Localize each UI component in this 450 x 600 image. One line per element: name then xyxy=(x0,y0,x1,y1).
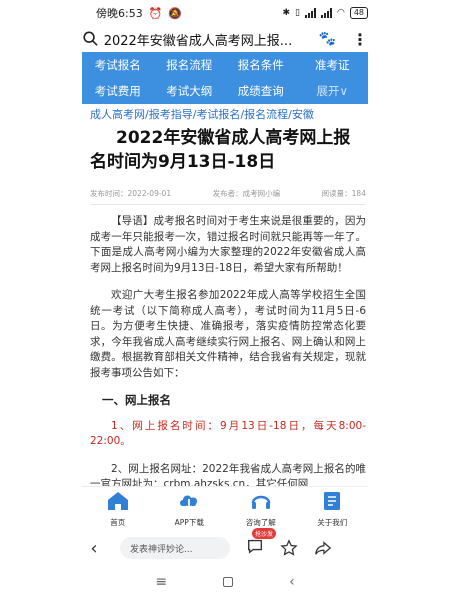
menu-icon[interactable]: ≡ xyxy=(155,574,167,590)
search-icon[interactable] xyxy=(82,30,100,48)
nav-item-admission-ticket[interactable]: 准考证 xyxy=(297,52,369,78)
status-bar: 傍晚6:53 ⏰ 🔕 ✱ ▯ ◠ 48 xyxy=(0,0,450,26)
tab-label: 关于我们 xyxy=(317,518,348,527)
article-body: 【导语】成考报名时间对于考生来说是很重要的，因为成考一年只能报考一次，错过报名时… xyxy=(90,214,366,505)
back-icon[interactable]: ‹ xyxy=(289,574,295,590)
tab-app-download[interactable]: APP下载 xyxy=(159,489,219,528)
browser-bottom-bar: ‹ 发表神评妙论... 抢沙发 xyxy=(82,528,368,562)
nav-item-exam-fees[interactable]: 考试费用 xyxy=(82,78,154,104)
home-icon xyxy=(107,492,128,510)
address-text[interactable]: 2022年安徽省成人高考网上报... xyxy=(104,30,309,49)
breadcrumb-link[interactable]: 考试报名 xyxy=(196,108,240,121)
article-intro: 【导语】成考报名时间对于考生来说是很重要的，因为成考一年只能报考一次，错过报名时… xyxy=(90,215,366,274)
signal-icon xyxy=(304,8,316,18)
star-icon[interactable] xyxy=(280,539,298,557)
download-cloud-icon xyxy=(180,495,198,511)
breadcrumb-link[interactable]: 报名流程 xyxy=(244,108,288,121)
nav-item-registration-process[interactable]: 报名流程 xyxy=(154,52,226,78)
breadcrumb-link[interactable]: 报考指导 xyxy=(149,108,193,121)
browser-address-bar[interactable]: 2022年安徽省成人高考网上报... 🐾 ⋮ xyxy=(82,26,368,52)
publish-time: 发布时间：2022-09-01 xyxy=(90,189,172,198)
article-title: 2022年安徽省成人高考网上报名时间为9月13日-18日 xyxy=(90,128,351,172)
tab-label: APP下载 xyxy=(174,518,204,527)
consult-headset-icon xyxy=(251,495,270,509)
comment-icon xyxy=(248,539,262,554)
vibrate-icon: ▯ xyxy=(295,8,300,18)
divider xyxy=(90,204,366,205)
wifi-icon: ◠ xyxy=(336,8,345,18)
article-meta: 发布时间：2022-09-01 发布者：成考网小编 阅读量：184 xyxy=(90,188,366,199)
battery-indicator: 48 xyxy=(349,7,368,19)
tab-label: 首页 xyxy=(110,518,126,527)
android-nav-bar: ≡ ‹ xyxy=(0,568,450,596)
breadcrumb-link[interactable]: 安徽 xyxy=(292,108,314,121)
tab-label: 咨询了解 xyxy=(245,518,276,527)
bluetooth-icon: ✱ xyxy=(282,8,290,18)
tab-home[interactable]: 首页 xyxy=(88,489,148,528)
article-paragraph: 欢迎广大考生报名参加2022年成人高等学校招生全国统一考试（以下简称成人高考），… xyxy=(90,289,366,379)
comment-badge: 抢沙发 xyxy=(252,528,277,539)
read-count: 阅读量：184 xyxy=(321,189,366,198)
breadcrumb: 成人高考网/报考指导/考试报名/报名流程/安徽 xyxy=(90,108,314,121)
share-icon[interactable] xyxy=(314,539,332,557)
nav-item-exam-syllabus[interactable]: 考试大纲 xyxy=(154,78,226,104)
paw-icon[interactable]: 🐾 xyxy=(319,31,336,47)
nav-item-score-query[interactable]: 成绩查询 xyxy=(225,78,297,104)
back-arrow-icon[interactable]: ‹ xyxy=(82,538,106,559)
status-time: 傍晚6:53 xyxy=(96,7,143,20)
mute-icon: 🔕 xyxy=(168,6,183,20)
home-square-icon[interactable] xyxy=(223,577,234,587)
registration-time-item: 1、网上报名时间：9月13日-18日，每天8:00-22:00。 xyxy=(90,419,366,448)
publisher: 发布者：成考网小编 xyxy=(212,189,281,198)
comment-button[interactable]: 抢沙发 xyxy=(246,528,277,559)
nav-item-exam-registration[interactable]: 考试报名 xyxy=(82,52,154,78)
section-heading: 一、网上报名 xyxy=(102,393,171,407)
site-tab-bar: 首页 APP下载 咨询了解 关于我们 xyxy=(82,486,368,532)
signal-icon xyxy=(320,8,332,18)
tab-about-us[interactable]: 关于我们 xyxy=(302,489,362,528)
comment-input[interactable]: 发表神评妙论... xyxy=(120,537,230,559)
alarm-icon: ⏰ xyxy=(148,6,163,20)
category-nav: 考试报名 报名流程 报名条件 准考证 考试费用 考试大纲 成绩查询 展开∨ xyxy=(82,52,368,104)
tab-consult[interactable]: 咨询了解 xyxy=(231,489,291,528)
about-book-icon xyxy=(324,492,341,510)
menu-dots-icon[interactable]: ⋮ xyxy=(352,30,368,49)
breadcrumb-link[interactable]: 成人高考网 xyxy=(90,108,145,121)
nav-item-registration-requirements[interactable]: 报名条件 xyxy=(225,52,297,78)
nav-expand-button[interactable]: 展开∨ xyxy=(297,78,369,104)
